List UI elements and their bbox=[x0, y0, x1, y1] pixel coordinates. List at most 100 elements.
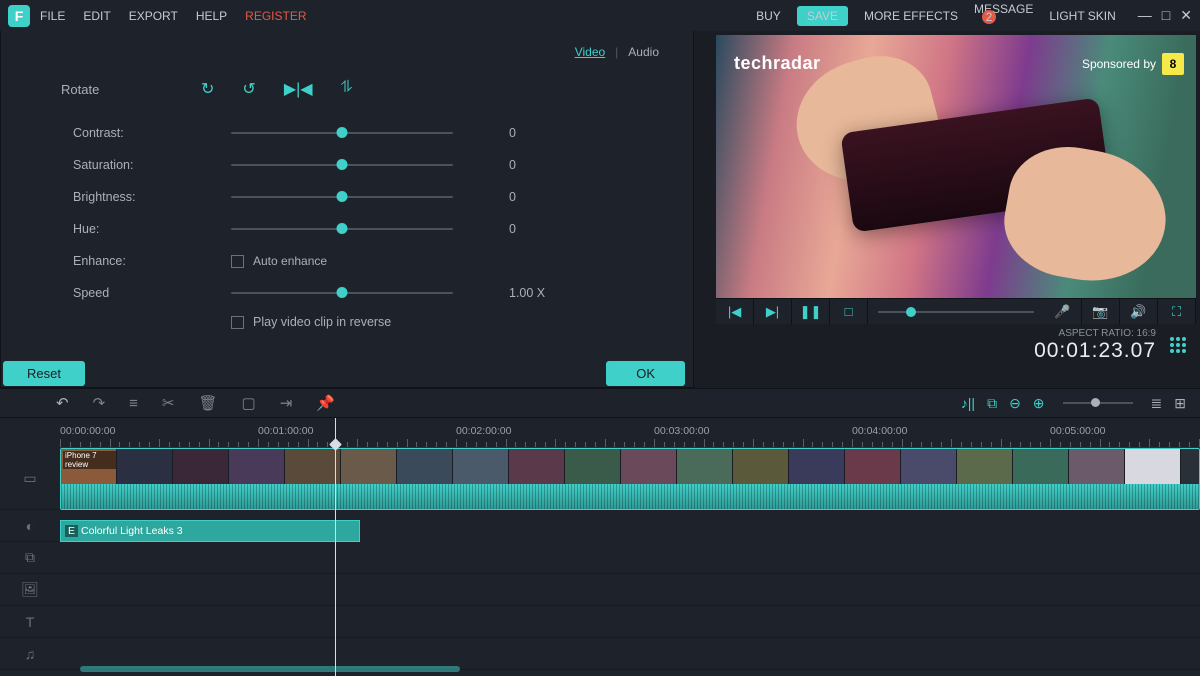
reverse-checkbox[interactable] bbox=[231, 316, 244, 329]
sponsor-logo: 8 bbox=[1162, 53, 1184, 75]
track-header-column: ▭ ◐ ⧉ 🖼 T ♫ bbox=[0, 448, 60, 670]
playhead[interactable] bbox=[335, 418, 336, 676]
settings-icon[interactable]: ⊞ bbox=[1174, 395, 1186, 412]
fullscreen-icon[interactable]: ⛶ bbox=[1158, 299, 1196, 325]
tab-video[interactable]: Video bbox=[575, 45, 605, 59]
message-badge: 2 bbox=[982, 10, 996, 24]
minimize-icon[interactable]: — bbox=[1138, 7, 1152, 24]
maximize-icon[interactable]: □ bbox=[1162, 7, 1170, 24]
preview-brand-overlay: techradar bbox=[734, 53, 821, 74]
link-icon[interactable]: ⧉ bbox=[987, 395, 997, 412]
preview-panel: techradar Sponsored by 8 |◀ ▶| ❚❚ □ 🎤 📷 … bbox=[694, 31, 1200, 388]
text-track-icon[interactable]: T bbox=[0, 606, 60, 638]
next-frame-icon[interactable]: ▶| bbox=[754, 299, 792, 325]
zoom-slider[interactable] bbox=[1063, 402, 1133, 404]
image-track-icon[interactable]: 🖼 bbox=[0, 574, 60, 606]
timecode-display: 00:01:23.07 bbox=[1034, 339, 1156, 363]
undo-icon[interactable]: ↶ bbox=[56, 394, 69, 412]
window-controls: — □ ✕ bbox=[1138, 7, 1192, 24]
rotate-label: Rotate bbox=[61, 82, 201, 97]
speed-label: Speed bbox=[73, 286, 231, 300]
audio-waveform bbox=[61, 484, 1199, 509]
mic-icon[interactable]: 🎤 bbox=[1044, 299, 1082, 325]
zoom-in-icon[interactable]: ⊕ bbox=[1033, 395, 1045, 412]
brightness-label: Brightness: bbox=[73, 190, 231, 204]
volume-icon[interactable]: 🔊 bbox=[1120, 299, 1158, 325]
close-icon[interactable]: ✕ bbox=[1180, 7, 1192, 24]
tracks-area[interactable]: iPhone 7 review E Colorful Light Leaks 3 bbox=[60, 448, 1200, 670]
ok-button[interactable]: OK bbox=[606, 361, 685, 386]
edit-panel: Video | Audio Rotate ↻ ↺ ▶|◀ ⥮ Contrast:… bbox=[0, 31, 694, 388]
overlay-track-icon[interactable]: ⧉ bbox=[0, 542, 60, 574]
aspect-ratio-label: ASPECT RATIO: 16:9 bbox=[1034, 328, 1156, 339]
effect-clip[interactable]: E Colorful Light Leaks 3 bbox=[60, 520, 360, 542]
message-link[interactable]: MESSAGE2 bbox=[974, 2, 1033, 30]
delete-icon[interactable]: 🗑 bbox=[199, 394, 218, 412]
prev-frame-icon[interactable]: |◀ bbox=[716, 299, 754, 325]
preview-viewport[interactable]: techradar Sponsored by 8 bbox=[716, 35, 1196, 298]
saturation-slider[interactable] bbox=[231, 164, 453, 166]
saturation-value: 0 bbox=[509, 158, 516, 172]
timeline-toolbar: ↶ ↷ ≡ ✂ 🗑 ▢ ⇥ 📌 ♪|| ⧉ ⊖ ⊕ ≣ ⊞ bbox=[0, 388, 1200, 418]
timecode-row: ASPECT RATIO: 16:9 00:01:23.07 bbox=[694, 324, 1200, 366]
contrast-slider[interactable] bbox=[231, 132, 453, 134]
enhance-label: Enhance: bbox=[73, 254, 231, 268]
zoom-out-icon[interactable]: ⊖ bbox=[1009, 395, 1021, 412]
speed-value: 1.00 X bbox=[509, 286, 545, 300]
hue-value: 0 bbox=[509, 222, 516, 236]
reset-button[interactable]: Reset bbox=[3, 361, 85, 386]
play-controls: |◀ ▶| ❚❚ □ 🎤 📷 🔊 ⛶ bbox=[716, 298, 1196, 324]
app-logo: F bbox=[8, 5, 30, 27]
tab-audio[interactable]: Audio bbox=[628, 45, 659, 59]
effect-clip-title: Colorful Light Leaks 3 bbox=[81, 525, 183, 537]
time-ruler[interactable]: 00:00:00:00 00:01:00:00 00:02:00:00 00:0… bbox=[60, 418, 1200, 448]
rotate-cw-icon[interactable]: ↻ bbox=[201, 79, 214, 99]
menu-help[interactable]: HELP bbox=[196, 9, 227, 23]
effect-track-icon[interactable]: ◐ bbox=[0, 510, 60, 542]
rotate-ccw-icon[interactable]: ↺ bbox=[242, 79, 255, 99]
timeline: 00:00:00:00 00:01:00:00 00:02:00:00 00:0… bbox=[0, 418, 1200, 676]
audio-track-icon[interactable]: ♫ bbox=[0, 638, 60, 670]
video-track-icon[interactable]: ▭ bbox=[0, 448, 60, 510]
grid-icon[interactable] bbox=[1170, 337, 1186, 353]
flip-horizontal-icon[interactable]: ▶|◀ bbox=[284, 79, 313, 99]
menu-export[interactable]: EXPORT bbox=[129, 9, 178, 23]
brightness-slider[interactable] bbox=[231, 196, 453, 198]
redo-icon[interactable]: ↷ bbox=[93, 394, 106, 412]
light-skin-link[interactable]: LIGHT SKIN bbox=[1049, 9, 1115, 23]
edit-tabs: Video | Audio bbox=[1, 45, 693, 69]
video-clip[interactable]: iPhone 7 review bbox=[60, 448, 1200, 510]
pause-icon[interactable]: ❚❚ bbox=[792, 299, 830, 325]
empty-track[interactable] bbox=[60, 542, 1200, 574]
sponsor-overlay: Sponsored by 8 bbox=[1082, 53, 1184, 75]
top-right-menu: BUY SAVE MORE EFFECTS MESSAGE2 LIGHT SKI… bbox=[756, 2, 1192, 30]
menu-register[interactable]: REGISTER bbox=[245, 9, 306, 23]
list-icon[interactable]: ≡ bbox=[129, 395, 138, 412]
save-button[interactable]: SAVE bbox=[797, 6, 848, 26]
speed-slider[interactable] bbox=[231, 292, 453, 294]
saturation-label: Saturation: bbox=[73, 158, 231, 172]
top-menu-bar: F FILE EDIT EXPORT HELP REGISTER BUY SAV… bbox=[0, 0, 1200, 31]
flip-vertical-icon[interactable]: ⥮ bbox=[341, 79, 353, 99]
menu-file[interactable]: FILE bbox=[40, 9, 65, 23]
contrast-label: Contrast: bbox=[73, 126, 231, 140]
hue-slider[interactable] bbox=[231, 228, 453, 230]
cut-icon[interactable]: ✂ bbox=[162, 394, 175, 412]
stop-icon[interactable]: □ bbox=[830, 299, 868, 325]
menu-icon[interactable]: ≣ bbox=[1151, 395, 1163, 412]
timeline-scrollbar[interactable] bbox=[80, 666, 460, 672]
reverse-text: Play video clip in reverse bbox=[253, 315, 391, 329]
audio-tool-icon[interactable]: ♪|| bbox=[961, 395, 975, 411]
crop-icon[interactable]: ▢ bbox=[242, 394, 256, 412]
progress-slider[interactable] bbox=[868, 311, 1044, 313]
empty-track[interactable] bbox=[60, 574, 1200, 606]
auto-enhance-checkbox[interactable] bbox=[231, 255, 244, 268]
more-effects-link[interactable]: MORE EFFECTS bbox=[864, 9, 958, 23]
empty-track[interactable] bbox=[60, 606, 1200, 638]
pin-icon[interactable]: 📌 bbox=[316, 394, 335, 412]
buy-link[interactable]: BUY bbox=[756, 9, 781, 23]
contrast-value: 0 bbox=[509, 126, 516, 140]
menu-edit[interactable]: EDIT bbox=[83, 9, 110, 23]
export-icon[interactable]: ⇥ bbox=[280, 394, 293, 412]
camera-icon[interactable]: 📷 bbox=[1082, 299, 1120, 325]
